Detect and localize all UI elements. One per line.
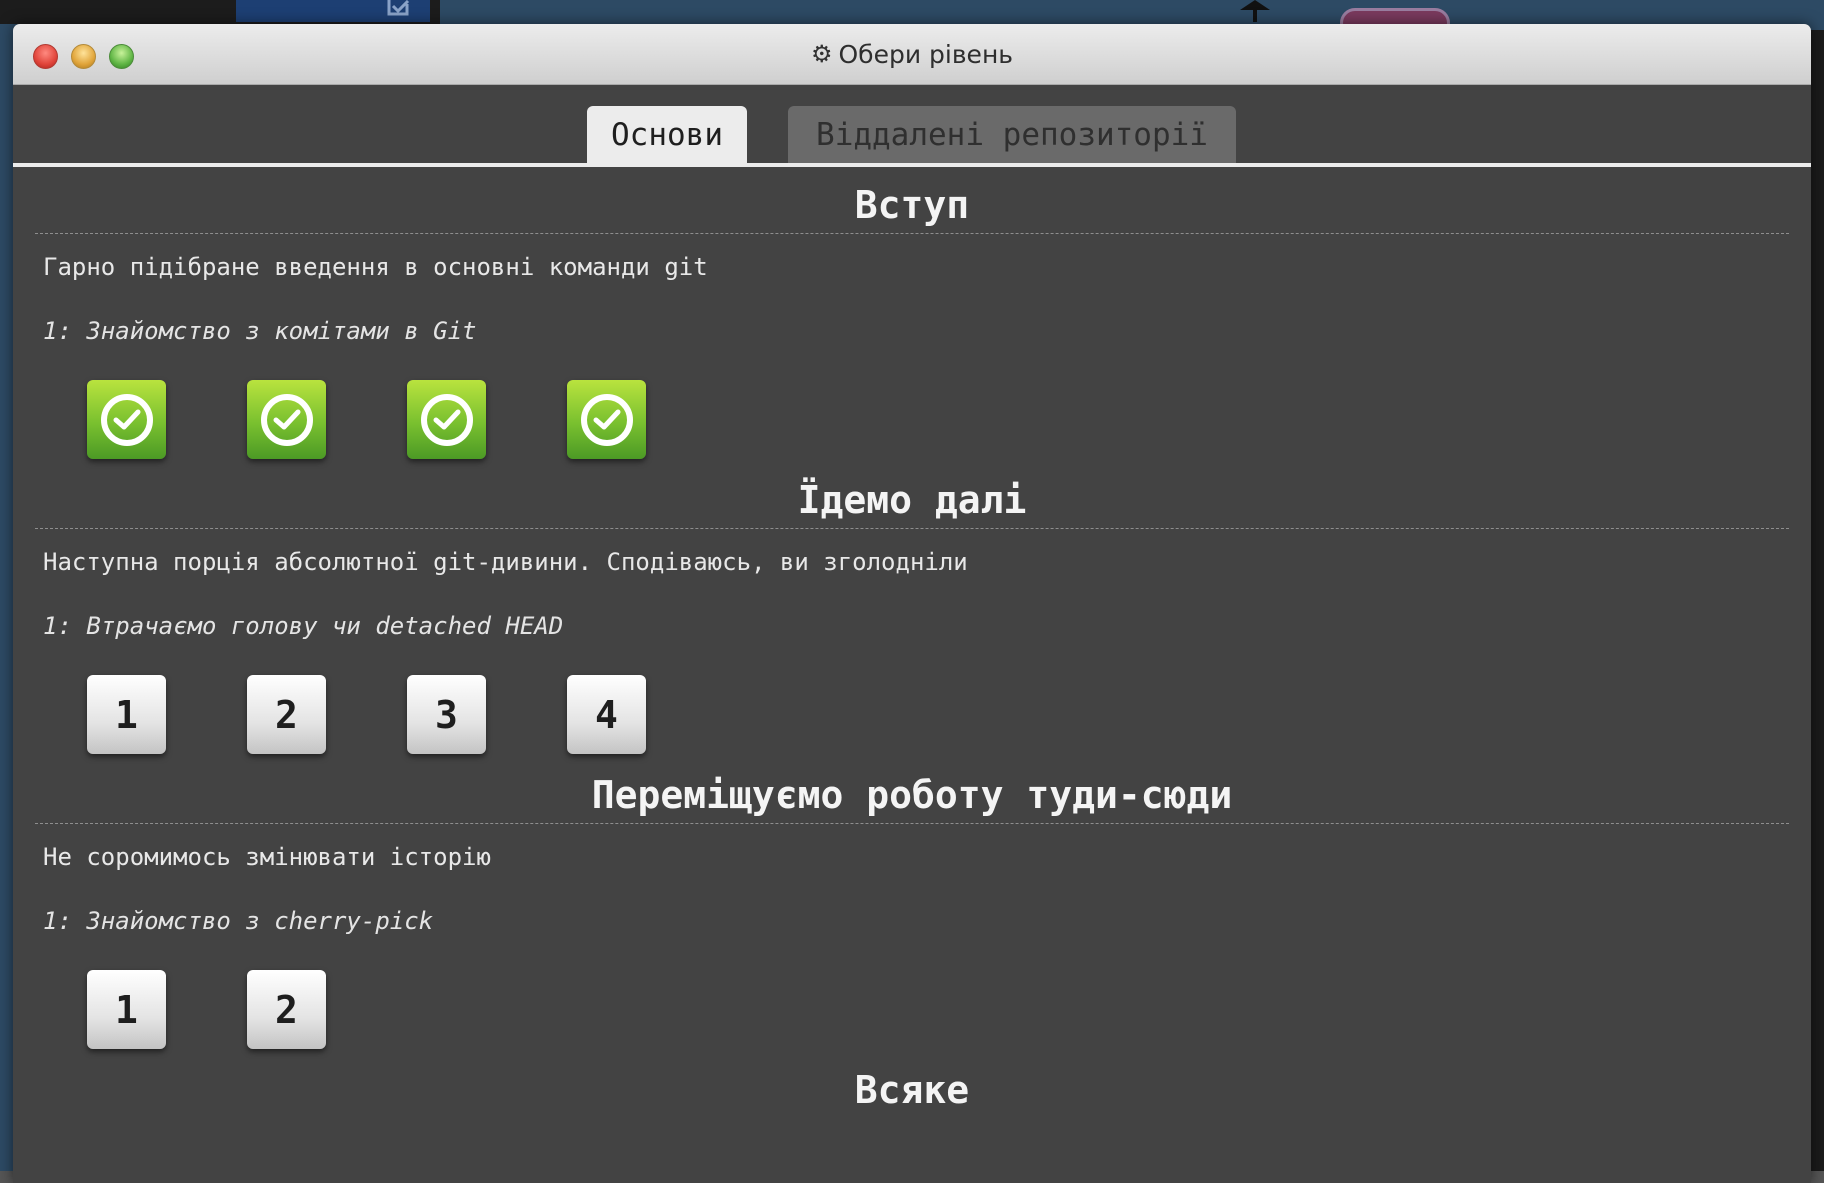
level-button-1[interactable]: 1 <box>87 675 166 754</box>
tab-remote-repositories[interactable]: Віддалені репозиторії <box>788 106 1236 164</box>
tab-bar: Основи Віддалені репозиторії <box>13 85 1811 167</box>
tab-basics[interactable]: Основи <box>587 106 747 164</box>
tab-underline <box>13 163 1811 167</box>
section-intro: Вступ Гарно підібране введення в основні… <box>35 177 1789 462</box>
level-list: Вступ Гарно підібране введення в основні… <box>13 177 1811 1118</box>
level-buttons: 1 2 <box>87 970 1789 1052</box>
level-button-4[interactable]: 4 <box>567 675 646 754</box>
window-title-text: Обери рівень <box>838 39 1014 69</box>
level-button-3[interactable]: 3 <box>407 675 486 754</box>
level-button-completed[interactable] <box>567 380 646 459</box>
window-title: ⚙ Обери рівень <box>13 24 1811 84</box>
level-button-completed[interactable] <box>87 380 166 459</box>
level-button-2[interactable]: 2 <box>247 970 326 1049</box>
checkbox-icon <box>387 0 410 16</box>
level-button-2[interactable]: 2 <box>247 675 326 754</box>
level-button-completed[interactable] <box>247 380 326 459</box>
section-description: Не соромимось змінювати історію <box>43 843 491 871</box>
section-moving-on: Їдемо далі Наступна порція абсолютної gi… <box>35 472 1789 757</box>
checkmark-icon <box>580 393 633 446</box>
section-title: Вступ <box>35 177 1789 234</box>
level-buttons <box>87 380 1789 462</box>
section-current-level: 1: Втрачаємо голову чи detached HEAD <box>43 612 564 640</box>
section-title: Переміщуємо роботу туди-сюди <box>35 767 1789 824</box>
section-description: Гарно підібране введення в основні коман… <box>43 253 708 281</box>
gear-icon: ⚙ <box>810 40 833 68</box>
checkmark-icon <box>100 393 153 446</box>
section-current-level: 1: Знайомство з cherry-pick <box>43 907 434 935</box>
level-button-completed[interactable] <box>407 380 486 459</box>
checkmark-icon <box>420 393 473 446</box>
section-title: Їдемо далі <box>35 472 1789 529</box>
level-buttons: 1 2 3 4 <box>87 675 1789 757</box>
section-title: Всяке <box>854 1068 970 1112</box>
arrow-up-icon <box>1240 0 1270 22</box>
level-button-1[interactable]: 1 <box>87 970 166 1049</box>
checkmark-icon <box>260 393 313 446</box>
section-moving-work: Переміщуємо роботу туди-сюди Не соромимо… <box>35 767 1789 1052</box>
section-description: Наступна порція абсолютної git-дивини. С… <box>43 548 968 576</box>
section-misc: Всяке <box>35 1062 1789 1118</box>
background-scroll-edge <box>1810 30 1824 1183</box>
level-select-window: ⚙ Обери рівень Основи Віддалені репозито… <box>13 24 1811 1183</box>
section-current-level: 1: Знайомство з комітами в Git <box>43 317 477 345</box>
titlebar: ⚙ Обери рівень <box>13 24 1811 85</box>
